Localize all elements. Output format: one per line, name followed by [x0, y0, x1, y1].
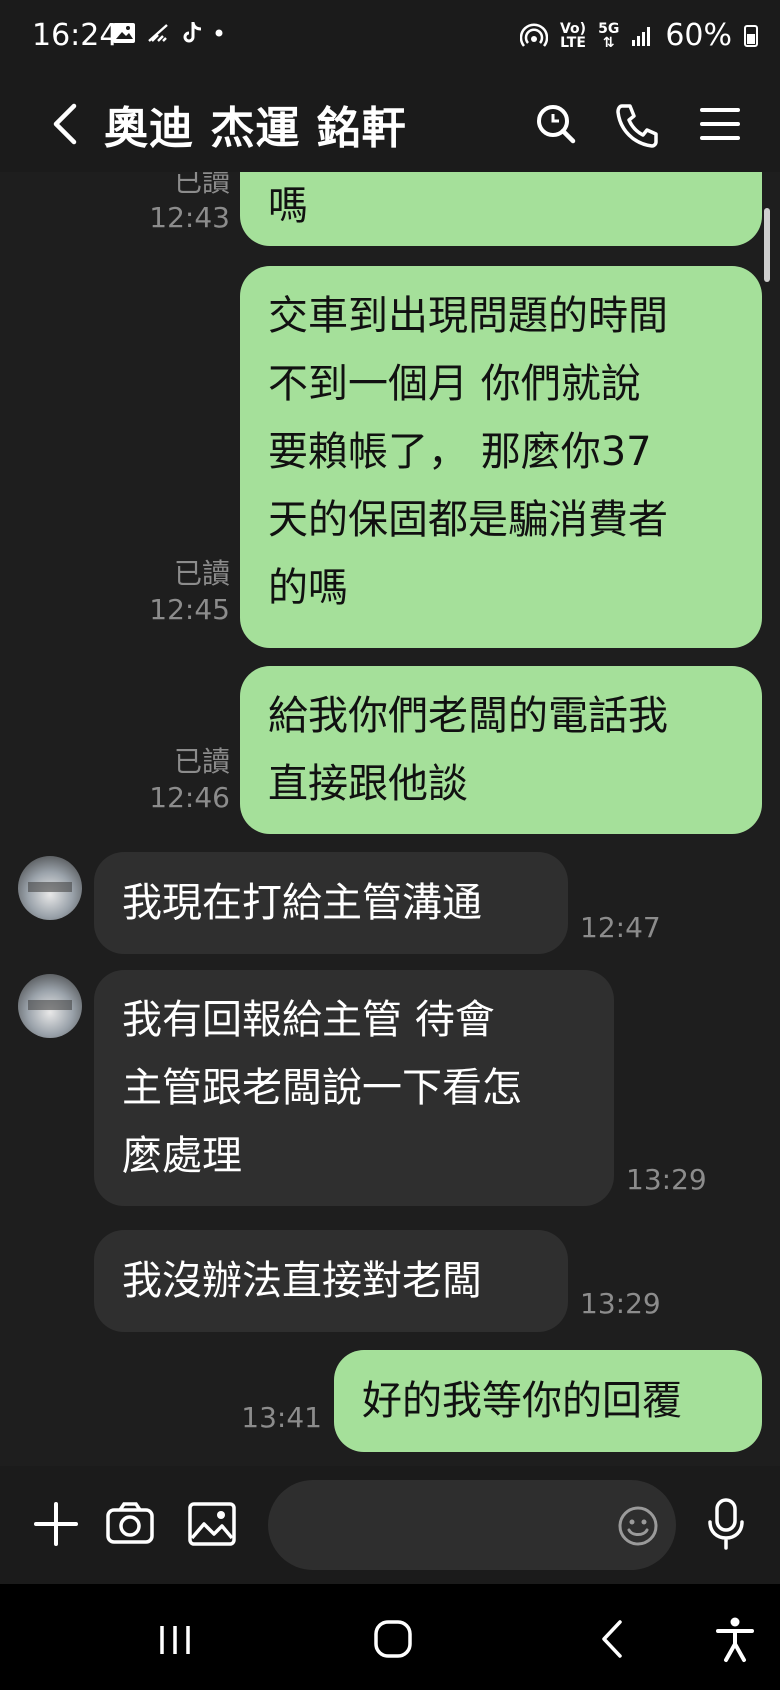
signal-icon [632, 26, 651, 46]
lte-label: LTE [560, 34, 586, 51]
microphone-icon[interactable] [698, 1496, 754, 1552]
contact-avatar[interactable] [18, 974, 82, 1038]
back-nav-icon[interactable] [588, 1614, 638, 1664]
five-g-indicator: 5G ⇅ [598, 22, 619, 50]
read-receipt: 已讀 [173, 172, 230, 198]
message-time: 13:29 [580, 1287, 661, 1320]
emoji-icon[interactable] [616, 1504, 660, 1548]
incoming-message[interactable]: 我有回報給主管 待會 主管跟老闆說一下看怎 麼處理 [94, 970, 614, 1206]
message-time: 12:45 [149, 593, 230, 626]
battery-icon [744, 24, 758, 47]
home-icon[interactable] [368, 1614, 418, 1664]
message-time: 12:46 [149, 781, 230, 814]
message-time: 12:43 [149, 201, 230, 234]
outgoing-message[interactable]: 嗎 [240, 172, 762, 246]
chat-title: 奧迪 杰運 銘軒 [104, 103, 407, 154]
read-receipt: 已讀 [173, 557, 230, 590]
outgoing-message[interactable]: 好的我等你的回覆 [334, 1350, 762, 1452]
gallery-icon [113, 23, 135, 43]
status-right: Vo) LTE 5G ⇅ 60% [519, 18, 758, 53]
five-g-label: 5G [598, 20, 620, 37]
incoming-message[interactable]: 我沒辦法直接對老闆 [94, 1230, 568, 1332]
battery-percent: 60% [665, 18, 732, 53]
chat-header: 奧迪 杰運 銘軒 [0, 76, 780, 172]
message-time: 13:41 [241, 1401, 322, 1434]
plus-icon[interactable] [28, 1496, 84, 1552]
accessibility-icon[interactable] [710, 1614, 760, 1664]
volte-indicator: Vo) LTE [560, 22, 586, 50]
outgoing-message[interactable]: 交車到出現問題的時間 不到一個月 你們就說 要賴帳了， 那麼你37 天的保固都是… [240, 266, 762, 648]
input-bar [0, 1466, 780, 1584]
image-icon[interactable] [184, 1496, 240, 1552]
outgoing-message[interactable]: 給我你們老闆的電話我 直接跟他談 [240, 666, 762, 834]
camera-icon[interactable] [102, 1496, 158, 1552]
menu-icon[interactable] [692, 94, 748, 154]
back-chevron-icon[interactable] [38, 94, 98, 154]
recent-apps-icon[interactable] [150, 1614, 200, 1664]
read-receipt: 已讀 [173, 745, 230, 778]
system-nav-bar [0, 1584, 780, 1690]
contact-avatar[interactable] [18, 856, 82, 920]
status-bar: 16:24 Vo) LTE 5G ⇅ 60% [0, 0, 780, 76]
chat-area[interactable]: 已讀 12:43 嗎 已讀 12:45 交車到出現問題的時間 不到一個月 你們就… [0, 172, 780, 1466]
hotspot-icon [519, 22, 548, 47]
message-meta: 已讀 12:46 [140, 744, 230, 816]
message-input[interactable] [268, 1480, 676, 1570]
tiktok-icon [183, 22, 202, 43]
message-meta: 已讀 12:45 [140, 556, 230, 628]
call-icon[interactable] [608, 94, 664, 154]
message-meta: 已讀 12:43 [140, 172, 230, 236]
message-time: 12:47 [580, 911, 661, 944]
signal-off-icon [148, 24, 168, 42]
status-time: 16:24 [32, 18, 119, 53]
data-arrows-icon: ⇅ [602, 34, 615, 51]
message-time: 13:29 [626, 1163, 707, 1196]
incoming-message[interactable]: 我現在打給主管溝通 [94, 852, 568, 954]
notification-icons [112, 20, 224, 46]
volte-label: Vo) [559, 20, 587, 37]
dot-icon [215, 29, 223, 37]
search-icon[interactable] [528, 94, 584, 154]
scrollbar[interactable] [764, 208, 770, 282]
